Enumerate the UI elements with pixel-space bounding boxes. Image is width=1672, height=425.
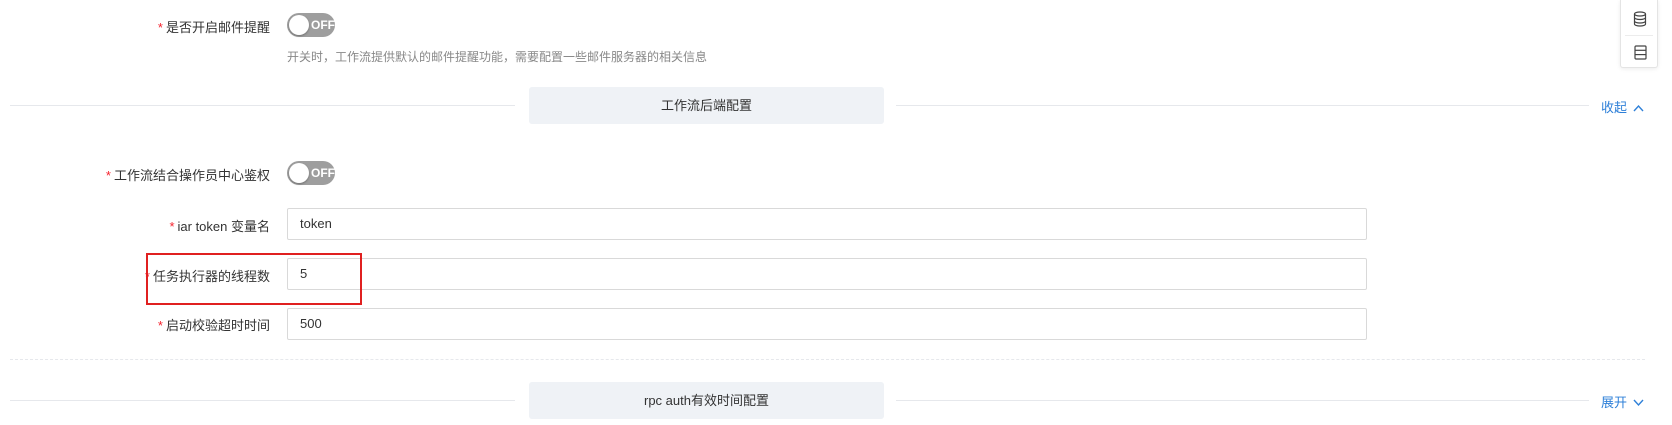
email-reminder-label: * 是否开启邮件提醒: [10, 17, 270, 36]
switch-knob: [289, 163, 309, 183]
iar-token-input[interactable]: token: [287, 208, 1367, 240]
database-icon[interactable]: [1621, 4, 1659, 34]
dashed-divider: [10, 359, 1645, 360]
auth-switch-label: * 工作流结合操作员中心鉴权: [10, 165, 270, 184]
required-mark: *: [157, 20, 163, 35]
panel-separator: [1625, 35, 1653, 36]
chevron-down-icon: [1633, 398, 1644, 410]
timeout-label: * 启动校验超时时间: [10, 315, 270, 334]
email-reminder-hint: 开关时，工作流提供默认的邮件提醒功能，需要配置一些邮件服务器的相关信息: [287, 50, 708, 64]
switch-state-text: OFF: [311, 18, 335, 32]
email-reminder-switch[interactable]: OFF: [287, 13, 335, 37]
collapse-backend-link[interactable]: 收起: [1601, 97, 1644, 116]
timeout-label-text: 启动校验超时时间: [165, 318, 270, 333]
iar-token-label: * iar token 变量名: [10, 216, 270, 235]
switch-state-text: OFF: [311, 166, 335, 180]
expand-rpc-link[interactable]: 展开: [1601, 392, 1644, 411]
section-title-backend: 工作流后端配置: [529, 87, 884, 124]
collapse-label: 收起: [1600, 100, 1627, 115]
chevron-up-icon: [1633, 103, 1644, 115]
highlight-box: [146, 253, 362, 305]
floating-tool-panel: [1620, 0, 1658, 68]
section-divider-right: [896, 400, 1589, 401]
section-divider-left: [10, 105, 515, 106]
section-title-rpc: rpc auth有效时间配置: [529, 382, 884, 419]
auth-switch-label-text: 工作流结合操作员中心鉴权: [113, 168, 270, 183]
required-mark: *: [169, 219, 175, 234]
auth-switch[interactable]: OFF: [287, 161, 335, 185]
required-mark: *: [157, 318, 163, 333]
timeout-input[interactable]: 500: [287, 308, 1367, 340]
required-mark: *: [105, 168, 111, 183]
iar-token-label-text: iar token 变量名: [177, 219, 270, 234]
table-icon[interactable]: [1621, 37, 1659, 67]
email-reminder-label-text: 是否开启邮件提醒: [165, 20, 270, 35]
switch-knob: [289, 15, 309, 35]
expand-label: 展开: [1600, 395, 1627, 410]
threads-input[interactable]: 5: [287, 258, 1367, 290]
section-divider-left: [10, 400, 515, 401]
section-divider-right: [896, 105, 1589, 106]
